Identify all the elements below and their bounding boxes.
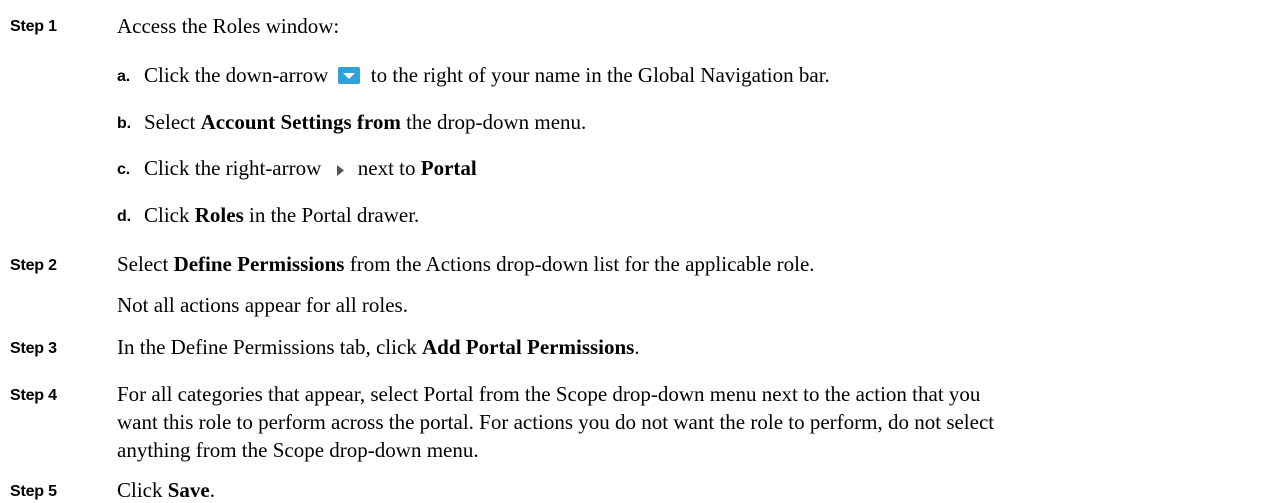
substep-a-text: Click the down-arrow to the right of you… bbox=[144, 63, 830, 87]
down-arrow-icon bbox=[337, 66, 360, 84]
step-5-text: Click Save. bbox=[117, 478, 215, 502]
substep-c-label: c. bbox=[117, 161, 130, 178]
step-4-line-2: want this role to perform across the por… bbox=[117, 410, 995, 434]
step-2-text: Select Define Permissions from the Actio… bbox=[117, 252, 815, 276]
step-4-line-3: anything from the Scope drop-down menu. bbox=[117, 438, 479, 462]
substep-b-text: Select Account Settings from the drop-do… bbox=[144, 110, 587, 134]
step-3-label: Step 3 bbox=[10, 340, 57, 357]
step-1-text: Access the Roles window: bbox=[117, 14, 340, 38]
step-2-label: Step 2 bbox=[10, 257, 57, 274]
step-2-note: Not all actions appear for all roles. bbox=[117, 293, 408, 317]
substep-d-text: Click Roles in the Portal drawer. bbox=[144, 203, 420, 227]
substep-a-label: a. bbox=[117, 68, 130, 85]
substep-c-text: Click the right-arrow next to Portal bbox=[144, 156, 477, 180]
step-5-label: Step 5 bbox=[10, 483, 57, 500]
step-1-label: Step 1 bbox=[10, 18, 57, 35]
step-3-text: In the Define Permissions tab, click Add… bbox=[117, 335, 640, 359]
step-4-line-1: For all categories that appear, select P… bbox=[117, 382, 981, 406]
substep-b-label: b. bbox=[117, 115, 131, 132]
substep-d-label: d. bbox=[117, 208, 131, 225]
right-arrow-icon bbox=[333, 160, 347, 177]
step-4-label: Step 4 bbox=[10, 387, 57, 404]
